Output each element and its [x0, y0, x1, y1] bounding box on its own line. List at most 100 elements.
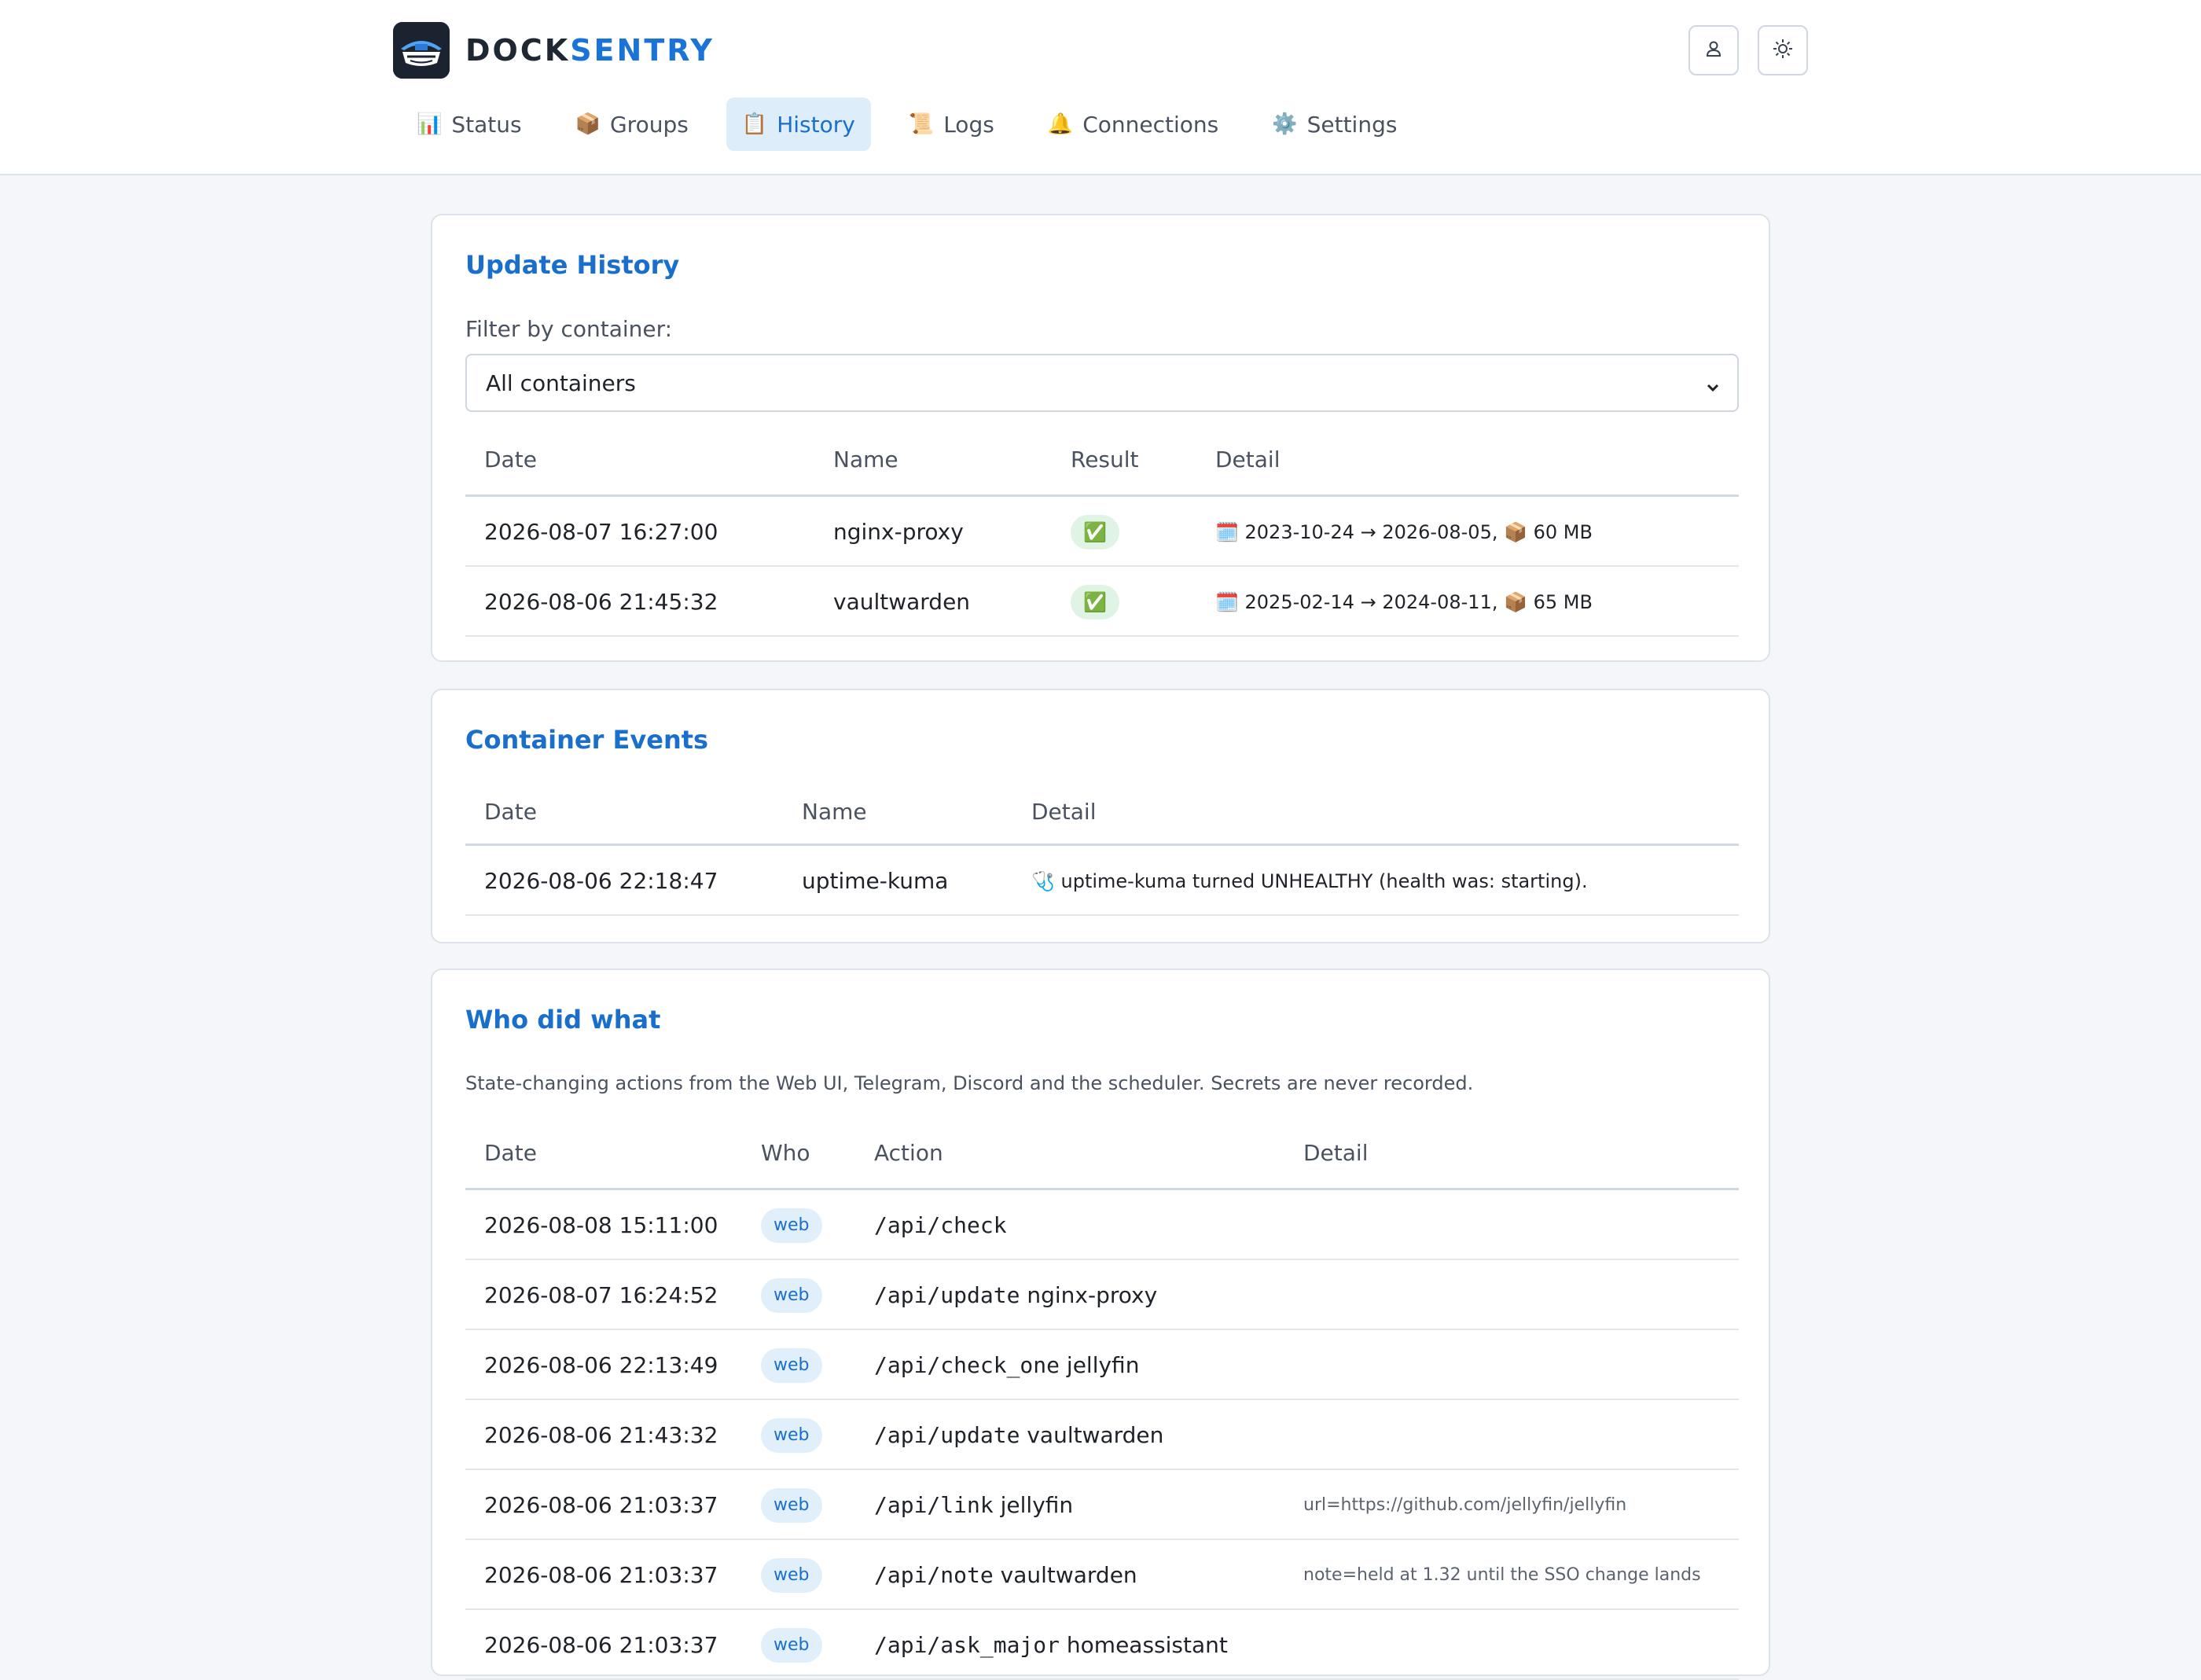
update-history-table: Date Name Result Detail 2026-08-07 16:27… — [465, 426, 1739, 637]
tab-history[interactable]: 📋 History — [726, 97, 871, 151]
action-target: homeassistant — [1066, 1632, 1228, 1658]
column-header-detail: Detail — [1215, 447, 1281, 472]
column-header-detail: Detail — [1031, 799, 1097, 825]
action-target: vaultwarden — [1000, 1562, 1137, 1588]
row-date: 2026-08-06 21:43:32 — [484, 1422, 718, 1448]
user-button[interactable] — [1688, 25, 1739, 75]
who-badge: web — [761, 1557, 822, 1593]
table-row: 2026-08-06 21:03:37 web /api/note vaultw… — [465, 1540, 1739, 1610]
who-did-what-title: Who did what — [465, 1005, 661, 1035]
table-row: 2026-08-06 21:45:32 vaultwarden ✅ 🗓️ 202… — [465, 567, 1739, 637]
main-nav: 📊 Status 📦 Groups 📋 History 📜 Logs 🔔 Con… — [401, 97, 1435, 151]
bell-icon: 🔔 — [1047, 112, 1074, 136]
table-row: 2026-08-06 22:13:49 web /api/check_one j… — [465, 1330, 1739, 1400]
row-result: ✅ — [1071, 567, 1119, 637]
package-icon: 📦 — [575, 112, 601, 136]
row-date: 2026-08-07 16:24:52 — [484, 1282, 718, 1308]
action-target: jellyfin — [1066, 1352, 1140, 1378]
audit-table: Date Who Action Detail 2026-08-08 15:11:… — [465, 1119, 1739, 1680]
tab-logs-label: Logs — [943, 111, 994, 138]
row-action: /api/note vaultwarden — [874, 1540, 1137, 1610]
row-date: 2026-08-08 15:11:00 — [484, 1212, 718, 1238]
clipboard-icon: 📋 — [741, 112, 768, 136]
row-who: web — [761, 1400, 822, 1470]
row-action: /api/ask_major homeassistant — [874, 1610, 1228, 1680]
action-target: nginx-proxy — [1027, 1282, 1158, 1308]
action-endpoint: /api/link — [874, 1492, 994, 1518]
table-row: 2026-08-06 21:03:37 web /api/link jellyf… — [465, 1470, 1739, 1540]
who-badge: web — [761, 1417, 822, 1453]
docksentry-logo[interactable] — [393, 22, 450, 79]
row-who: web — [761, 1190, 822, 1260]
app-header: DOCKSENTRY 📊 Status 📦 Groups 📋 History 📜… — [0, 0, 2201, 175]
row-date: 2026-08-06 21:03:37 — [484, 1562, 718, 1588]
who-badge: web — [761, 1487, 822, 1523]
row-date: 2026-08-06 21:03:37 — [484, 1632, 718, 1658]
success-icon: ✅ — [1071, 514, 1119, 550]
who-badge: web — [761, 1627, 822, 1663]
row-who: web — [761, 1330, 822, 1400]
theme-toggle-button[interactable] — [1758, 25, 1808, 75]
table-row: 2026-08-06 21:43:32 web /api/update vaul… — [465, 1400, 1739, 1470]
action-target: jellyfin — [1000, 1492, 1074, 1518]
action-endpoint: /api/ask_major — [874, 1632, 1060, 1658]
table-row: 2026-08-08 15:11:00 web /api/check — [465, 1190, 1739, 1260]
column-header-detail: Detail — [1303, 1140, 1369, 1166]
tab-status-label: Status — [451, 111, 522, 138]
update-history-card: Update History Filter by container: All … — [431, 214, 1770, 662]
container-filter-value: All containers — [486, 369, 636, 396]
tab-status[interactable]: 📊 Status — [401, 97, 538, 151]
action-endpoint: /api/update — [874, 1282, 1020, 1308]
who-badge: web — [761, 1277, 822, 1313]
brand-part-sentry: SENTRY — [570, 33, 715, 68]
container-filter-select[interactable]: All containers — [465, 354, 1739, 412]
row-result: ✅ — [1071, 497, 1119, 567]
action-endpoint: /api/check — [874, 1212, 1007, 1238]
tab-settings-label: Settings — [1306, 111, 1398, 138]
row-detail: 🗓️ 2023-10-24 → 2026-08-05, 📦 60 MB — [1215, 520, 1593, 543]
filter-label: Filter by container: — [465, 316, 673, 342]
who-did-what-description: State-changing actions from the Web UI, … — [465, 1072, 1474, 1094]
column-header-date: Date — [484, 447, 537, 472]
row-action: /api/update vaultwarden — [874, 1400, 1163, 1470]
row-name: uptime-kuma — [802, 868, 949, 894]
row-detail: note=held at 1.32 until the SSO change l… — [1303, 1565, 1701, 1585]
gear-icon: ⚙️ — [1272, 112, 1298, 136]
row-action: /api/check — [874, 1190, 1013, 1260]
brand-name: DOCKSENTRY — [465, 30, 715, 71]
row-name: nginx-proxy — [833, 519, 964, 545]
table-row: 2026-08-07 16:27:00 nginx-proxy ✅ 🗓️ 202… — [465, 497, 1739, 567]
tab-groups[interactable]: 📦 Groups — [560, 97, 704, 151]
column-header-date: Date — [484, 1140, 537, 1166]
row-detail: 🩺 uptime-kuma turned UNHEALTHY (health w… — [1031, 869, 1588, 892]
chevron-down-icon — [1704, 376, 1721, 402]
row-name: vaultwarden — [833, 589, 971, 615]
brand-part-dock: DOCK — [465, 33, 571, 68]
tab-settings[interactable]: ⚙️ Settings — [1256, 97, 1413, 151]
success-icon: ✅ — [1071, 584, 1119, 619]
column-header-name: Name — [833, 447, 898, 472]
table-header: Date Name Detail — [465, 778, 1739, 846]
tab-connections[interactable]: 🔔 Connections — [1032, 97, 1234, 151]
row-who: web — [761, 1540, 822, 1610]
scroll-icon: 📜 — [908, 112, 935, 136]
column-header-who: Who — [761, 1140, 810, 1166]
row-action: /api/update nginx-proxy — [874, 1260, 1157, 1330]
row-date: 2026-08-06 22:13:49 — [484, 1352, 718, 1378]
row-date: 2026-08-06 21:45:32 — [484, 589, 718, 615]
row-who: web — [761, 1470, 822, 1540]
action-endpoint: /api/note — [874, 1562, 994, 1588]
tab-connections-label: Connections — [1082, 111, 1219, 138]
row-who: web — [761, 1260, 822, 1330]
table-row: 2026-08-06 21:03:37 web /api/ask_major h… — [465, 1610, 1739, 1680]
action-target: vaultwarden — [1027, 1422, 1164, 1448]
row-date: 2026-08-07 16:27:00 — [484, 519, 718, 545]
row-who: web — [761, 1610, 822, 1680]
tab-groups-label: Groups — [609, 111, 689, 138]
container-events-card: Container Events Date Name Detail 2026-0… — [431, 689, 1770, 943]
table-header: Date Name Result Detail — [465, 426, 1739, 497]
column-header-action: Action — [874, 1140, 943, 1166]
row-date: 2026-08-06 22:18:47 — [484, 868, 718, 894]
column-header-result: Result — [1071, 447, 1139, 472]
tab-logs[interactable]: 📜 Logs — [893, 97, 1010, 151]
